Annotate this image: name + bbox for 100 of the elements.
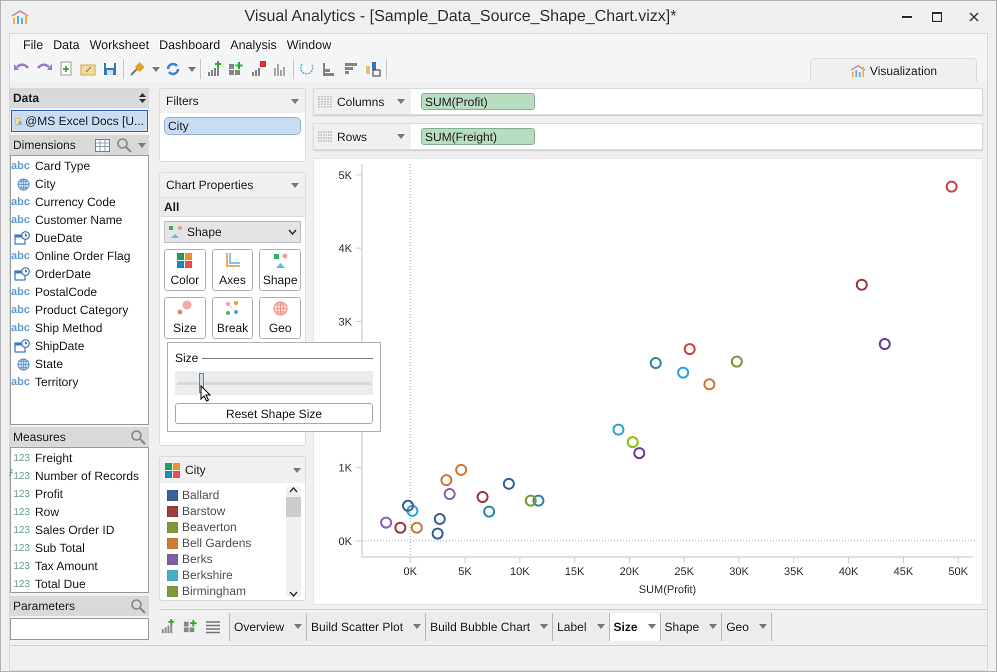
legend-item[interactable]: Birmingham [182,582,246,600]
mark-type-dropdown[interactable]: Shape [164,221,301,243]
legend-item[interactable]: Berks [182,550,213,568]
menu-item[interactable]: File [18,36,48,54]
field-item[interactable]: Row [33,503,60,521]
field-item[interactable]: Card Type [33,157,90,175]
legend-item[interactable]: Berkshire [182,566,233,584]
data-source-item[interactable]: @MS Excel Docs [U... [11,110,148,132]
sort-arrows-icon[interactable] [139,93,146,103]
field-item[interactable]: Tax Amount [33,557,98,575]
add-chart-icon[interactable] [159,618,176,635]
field-item[interactable]: Sub Total [33,539,85,557]
data-point[interactable] [483,506,496,518]
property-button[interactable]: Size [164,297,206,339]
data-point[interactable] [432,528,444,540]
data-point[interactable] [444,488,456,500]
filter-pill[interactable]: City [164,117,301,135]
data-point[interactable] [440,474,452,486]
data-point[interactable] [532,494,544,507]
plug-icon[interactable] [128,60,146,78]
field-item[interactable]: Product Category [33,301,128,319]
scroll-up-icon[interactable] [289,487,298,493]
field-item[interactable]: PostalCode [33,283,98,301]
sheet-tab[interactable]: Shape [660,612,722,640]
legend-item[interactable]: Beaverton [182,518,237,536]
data-point[interactable] [410,522,423,534]
scrollbar[interactable] [286,487,301,597]
dropdown-caret-icon[interactable] [152,66,160,72]
field-item[interactable]: Territory [33,373,78,391]
data-point[interactable] [524,494,537,507]
legend-item[interactable]: Ballard [182,486,220,504]
refresh-icon[interactable] [164,60,182,78]
dropdown-caret-icon[interactable] [413,624,422,629]
reset-size-button[interactable]: Reset Shape Size [175,403,373,424]
property-button[interactable]: Break [212,297,254,339]
dropdown-caret-icon[interactable] [758,624,767,629]
property-button[interactable]: Axes [212,249,254,291]
menu-item[interactable]: Window [282,36,336,54]
scroll-down-icon[interactable] [289,591,298,597]
data-point[interactable] [406,504,418,517]
sheet-tab[interactable]: Label [553,612,610,640]
data-point[interactable] [402,500,414,512]
sheet-tab[interactable]: Build Bubble Chart [426,612,554,640]
data-point[interactable] [878,338,891,350]
field-item[interactable]: Online Order Flag [33,247,130,265]
field-item[interactable]: Number of Records [33,467,140,485]
add-chart-icon[interactable] [205,60,223,78]
search-icon[interactable] [130,598,146,614]
dropdown-caret-icon[interactable] [294,624,302,629]
property-button[interactable]: Geo [259,297,301,339]
legend-item[interactable]: Bell Gardens [182,534,252,552]
list-icon[interactable] [205,620,221,634]
data-point[interactable] [455,464,468,476]
field-item[interactable]: Profit [33,485,64,503]
field-item[interactable]: Total Due [33,575,86,593]
search-icon[interactable] [116,137,132,153]
data-point[interactable] [394,522,406,534]
field-pill[interactable]: SUM(Profit) [421,93,535,110]
data-point[interactable] [502,478,515,490]
data-point[interactable] [856,278,868,291]
search-icon[interactable] [130,429,146,445]
property-button[interactable]: Shape [259,249,301,291]
field-item[interactable]: State [33,355,64,373]
scroll-thumb[interactable] [286,497,301,517]
table-icon[interactable] [95,138,110,152]
sheet-tab[interactable]: Size [610,612,661,640]
delete-chart-icon[interactable] [249,60,267,78]
field-item[interactable]: Customer Name [33,211,122,229]
field-item[interactable]: Freight [33,449,72,467]
swap-icon[interactable] [364,60,382,78]
save-icon[interactable] [101,60,119,78]
dropdown-caret-icon[interactable] [596,624,604,629]
menu-item[interactable]: Analysis [225,36,282,54]
data-point[interactable] [434,512,446,525]
dropdown-caret-icon[interactable] [709,624,718,629]
dropdown-caret-icon[interactable] [540,624,548,629]
field-item[interactable]: City [33,175,56,193]
field-item[interactable]: Sales Order ID [33,521,114,539]
menu-item[interactable]: Dashboard [154,36,226,54]
data-point[interactable] [650,357,662,370]
field-item[interactable]: ShipDate [33,337,84,355]
data-point[interactable] [684,343,696,356]
field-pill[interactable]: SUM(Freight) [421,128,535,145]
field-item[interactable]: Currency Code [33,193,116,211]
add-dashboard-icon[interactable] [182,618,199,635]
data-point[interactable] [476,491,489,503]
dropdown-caret-icon[interactable] [648,624,656,629]
data-point[interactable] [633,447,646,460]
add-dashboard-icon[interactable] [227,60,245,78]
visualization-tab[interactable]: Visualization [810,58,977,82]
sheet-tab[interactable]: Build Scatter Plot [307,612,426,640]
data-point[interactable] [703,378,716,390]
data-point[interactable] [730,356,743,368]
legend-item[interactable]: Barstow [182,502,226,520]
field-item[interactable]: DueDate [33,229,82,247]
data-point[interactable] [946,180,958,193]
property-button[interactable]: Color [164,249,206,291]
dropdown-caret-icon[interactable] [188,66,196,72]
sheet-tab[interactable]: Geo [722,612,772,640]
menu-item[interactable]: Data [48,36,85,54]
